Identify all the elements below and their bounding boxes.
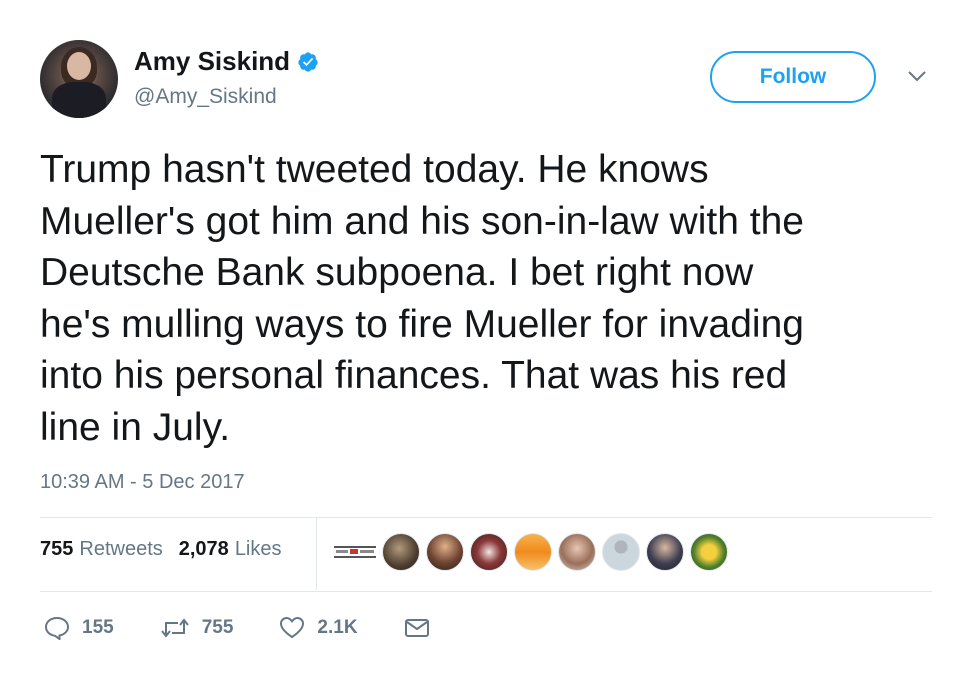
likes-label: Likes: [234, 538, 282, 560]
liker-avatar-3[interactable]: [470, 533, 508, 571]
retweet-action[interactable]: 755: [160, 617, 234, 639]
liker-avatar-5[interactable]: [558, 533, 596, 571]
heart-icon: [280, 616, 305, 639]
reply-count: 155: [82, 617, 114, 638]
like-count: 2.1K: [317, 617, 358, 638]
liker-avatar-1[interactable]: [382, 533, 420, 571]
tweet-stats: 755 Retweets 2,078 Likes: [40, 538, 298, 561]
liker-avatar-8[interactable]: [690, 533, 728, 571]
retweets-stat[interactable]: 755 Retweets: [40, 538, 163, 561]
tweet-actions: 155 755 2.1K: [44, 616, 488, 640]
retweet-count: 755: [201, 617, 234, 638]
divider-vertical: [316, 518, 317, 590]
likes-stat[interactable]: 2,078 Likes: [179, 538, 282, 561]
verified-badge-icon: [298, 51, 318, 72]
retweets-count: 755: [40, 538, 74, 560]
retweets-label: Retweets: [79, 538, 163, 560]
liker-avatars: [334, 533, 734, 571]
liker-logo[interactable]: [334, 542, 376, 562]
liker-avatar-7[interactable]: [646, 533, 684, 571]
liker-avatar-6[interactable]: [602, 533, 640, 571]
like-action[interactable]: 2.1K: [279, 616, 358, 640]
divider-bottom: [40, 591, 932, 592]
tweet-text: Trump hasn't tweeted today. He knows Mue…: [40, 148, 804, 449]
follow-button[interactable]: Follow: [710, 51, 876, 103]
avatar-body: [52, 82, 106, 118]
reply-icon: [44, 616, 70, 640]
avatar[interactable]: [40, 40, 118, 118]
chevron-down-icon[interactable]: [906, 68, 928, 84]
liker-logo-graphic: [334, 546, 376, 558]
liker-avatar-2[interactable]: [426, 533, 464, 571]
retweet-icon: [160, 618, 189, 638]
user-name-text: Amy Siskind: [134, 46, 291, 76]
reply-action[interactable]: 155: [44, 616, 114, 640]
user-handle[interactable]: @Amy_Siskind: [134, 85, 277, 109]
likes-count: 2,078: [178, 538, 229, 560]
dm-action[interactable]: [404, 617, 442, 639]
liker-avatar-4[interactable]: [514, 533, 552, 571]
avatar-face: [67, 52, 91, 80]
user-name[interactable]: Amy Siskind: [134, 46, 319, 77]
envelope-icon: [404, 619, 429, 637]
divider-top: [40, 517, 932, 518]
tweet-timestamp[interactable]: 10:39 AM - 5 Dec 2017: [40, 471, 245, 494]
